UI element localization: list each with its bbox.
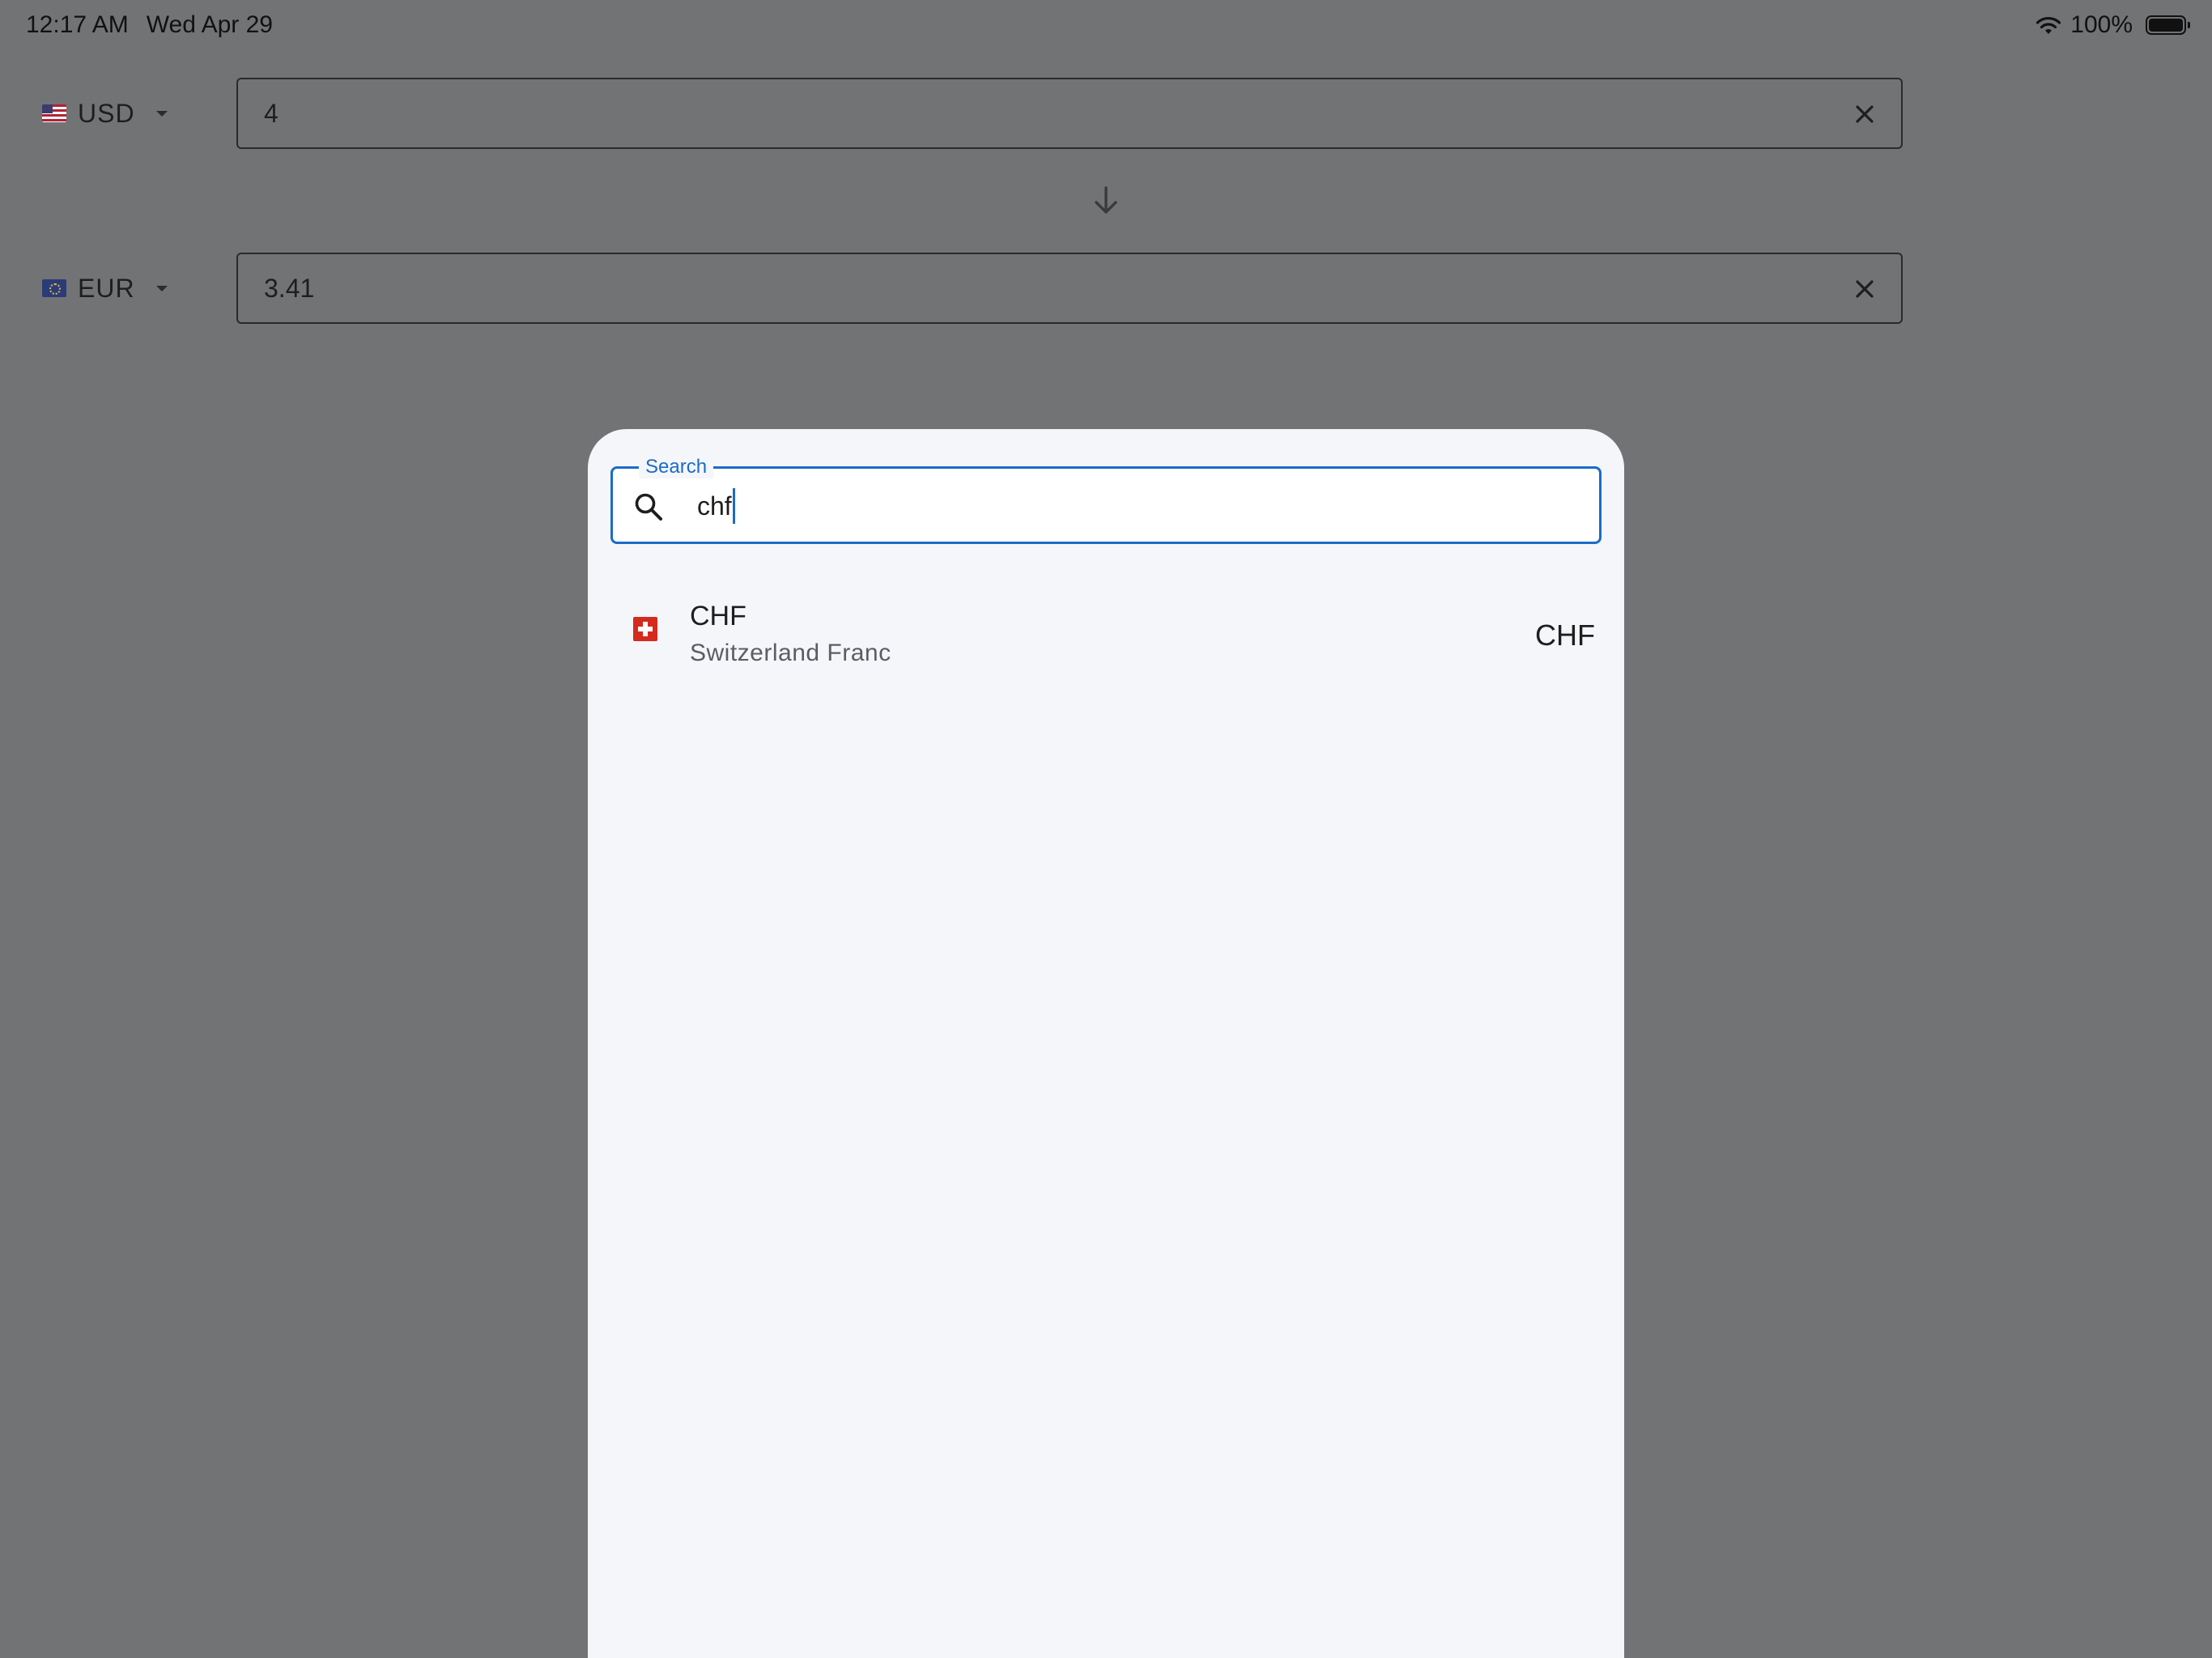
dropdown-arrow-icon [155,110,168,117]
to-currency-code: EUR [78,273,135,303]
search-value: chf [697,491,732,521]
currency-picker-sheet: Search chf CHF Switzerland Franc CHF [588,429,1624,1658]
result-currency-name: Switzerland Franc [690,640,891,666]
arrow-down-icon[interactable] [1091,185,1121,217]
battery-percent: 100% [2070,11,2133,38]
result-trailing-code: CHF [1535,619,1595,652]
clear-icon[interactable] [1853,277,1877,301]
clear-icon[interactable] [1853,102,1877,126]
text-caret [732,488,735,524]
from-currency-selector[interactable]: USD [42,78,168,149]
wifi-icon [2036,17,2061,34]
from-currency-row: USD 4 [0,78,1943,149]
status-bar-left: 12:17 AM Wed Apr 29 [26,11,273,39]
status-time: 12:17 AM [26,11,129,38]
to-amount-input[interactable]: 3.41 [236,253,1903,324]
battery-icon [2146,15,2190,35]
search-text[interactable]: chf [697,488,735,524]
status-date: Wed Apr 29 [146,11,273,38]
search-input[interactable]: Search chf [610,456,1602,544]
ch-flag-icon [633,617,657,641]
search-label: Search [639,456,714,478]
from-currency-code: USD [78,98,135,128]
app-screen: 12:17 AM Wed Apr 29 100% USD 4 EUR 3.41 … [0,0,2212,1658]
to-currency-selector[interactable]: EUR [42,253,168,324]
to-currency-row: EUR 3.41 [0,253,1943,324]
result-currency-code: CHF [690,601,747,631]
from-amount-input[interactable]: 4 [236,78,1903,149]
us-flag-icon [42,104,66,122]
dropdown-arrow-icon [155,285,168,291]
status-bar-right: 100% [2035,11,2190,39]
from-amount-value: 4 [264,98,279,128]
to-amount-value: 3.41 [264,273,315,303]
search-icon [635,493,662,521]
list-item[interactable]: CHF Switzerland Franc CHF [588,565,1624,703]
eu-flag-icon [42,279,66,297]
